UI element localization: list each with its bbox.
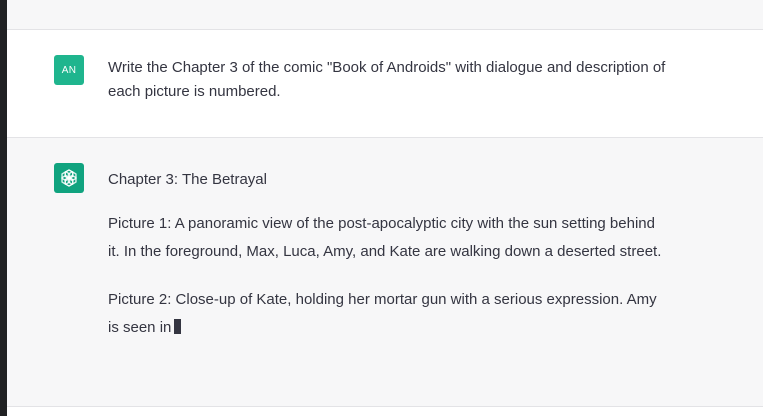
assistant-chapter-title: Chapter 3: The Betrayal <box>108 171 267 188</box>
chat-page: AN Write the Chapter 3 of the comic "Boo… <box>0 0 763 416</box>
assistant-message-row: Chapter 3: The Betrayal Picture 1: A pan… <box>7 138 763 407</box>
user-message-row: AN Write the Chapter 3 of the comic "Boo… <box>7 30 763 138</box>
openai-logo-icon <box>61 169 77 187</box>
previous-message-strip <box>7 0 763 30</box>
streaming-cursor <box>174 319 182 334</box>
user-avatar-initials: AN <box>61 64 77 76</box>
assistant-paragraph-2-text: Picture 2: Close-up of Kate, holding her… <box>108 291 657 336</box>
assistant-paragraph-2: Picture 2: Close-up of Kate, holding her… <box>108 286 668 342</box>
assistant-message-body: Chapter 3: The Betrayal Picture 1: A pan… <box>108 166 668 362</box>
next-row-strip <box>7 407 763 416</box>
assistant-paragraph-1: Picture 1: A panoramic view of the post-… <box>108 215 662 260</box>
assistant-avatar <box>54 163 84 193</box>
user-message-text: Write the Chapter 3 of the comic "Book o… <box>108 59 666 100</box>
sidebar-edge <box>0 0 7 416</box>
user-avatar: AN <box>54 55 84 85</box>
